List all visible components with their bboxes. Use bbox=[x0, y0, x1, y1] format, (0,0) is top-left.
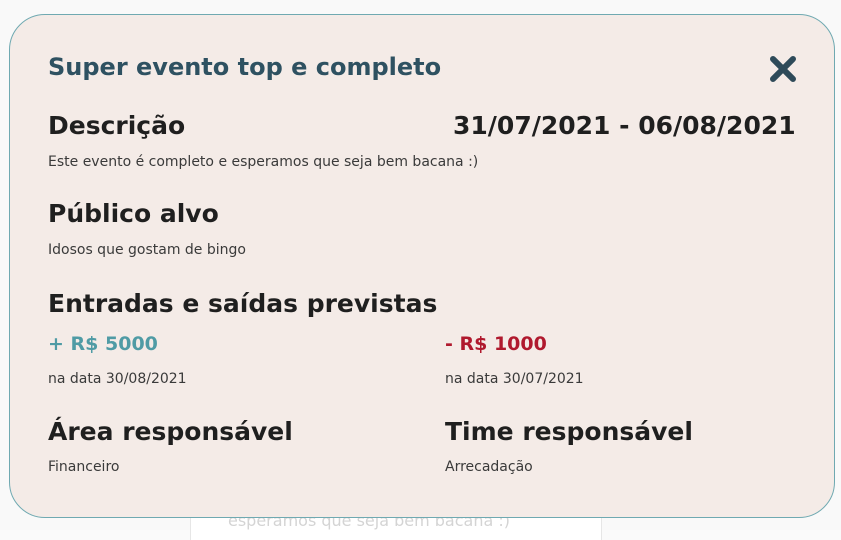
area-text: Financeiro bbox=[48, 459, 120, 475]
event-date-range: 31/07/2021 - 06/08/2021 bbox=[453, 111, 796, 140]
team-text: Arrecadação bbox=[445, 459, 533, 475]
close-x-icon bbox=[770, 56, 796, 82]
team-heading: Time responsável bbox=[445, 417, 693, 446]
audience-heading: Público alvo bbox=[48, 199, 219, 228]
expense-date: na data 30/07/2021 bbox=[445, 371, 584, 387]
income-amount: + R$ 5000 bbox=[48, 333, 158, 355]
description-heading: Descrição bbox=[48, 111, 186, 140]
modal-title: Super evento top e completo bbox=[48, 53, 442, 81]
event-details-modal: Super evento top e completo Descrição 31… bbox=[9, 14, 835, 518]
description-text: Este evento é completo e esperamos que s… bbox=[48, 154, 479, 170]
cashflow-heading: Entradas e saídas previstas bbox=[48, 289, 438, 318]
expense-amount: - R$ 1000 bbox=[445, 333, 547, 355]
area-heading: Área responsável bbox=[48, 417, 293, 446]
audience-text: Idosos que gostam de bingo bbox=[48, 242, 246, 258]
income-date: na data 30/08/2021 bbox=[48, 371, 187, 387]
close-button[interactable] bbox=[768, 55, 798, 83]
